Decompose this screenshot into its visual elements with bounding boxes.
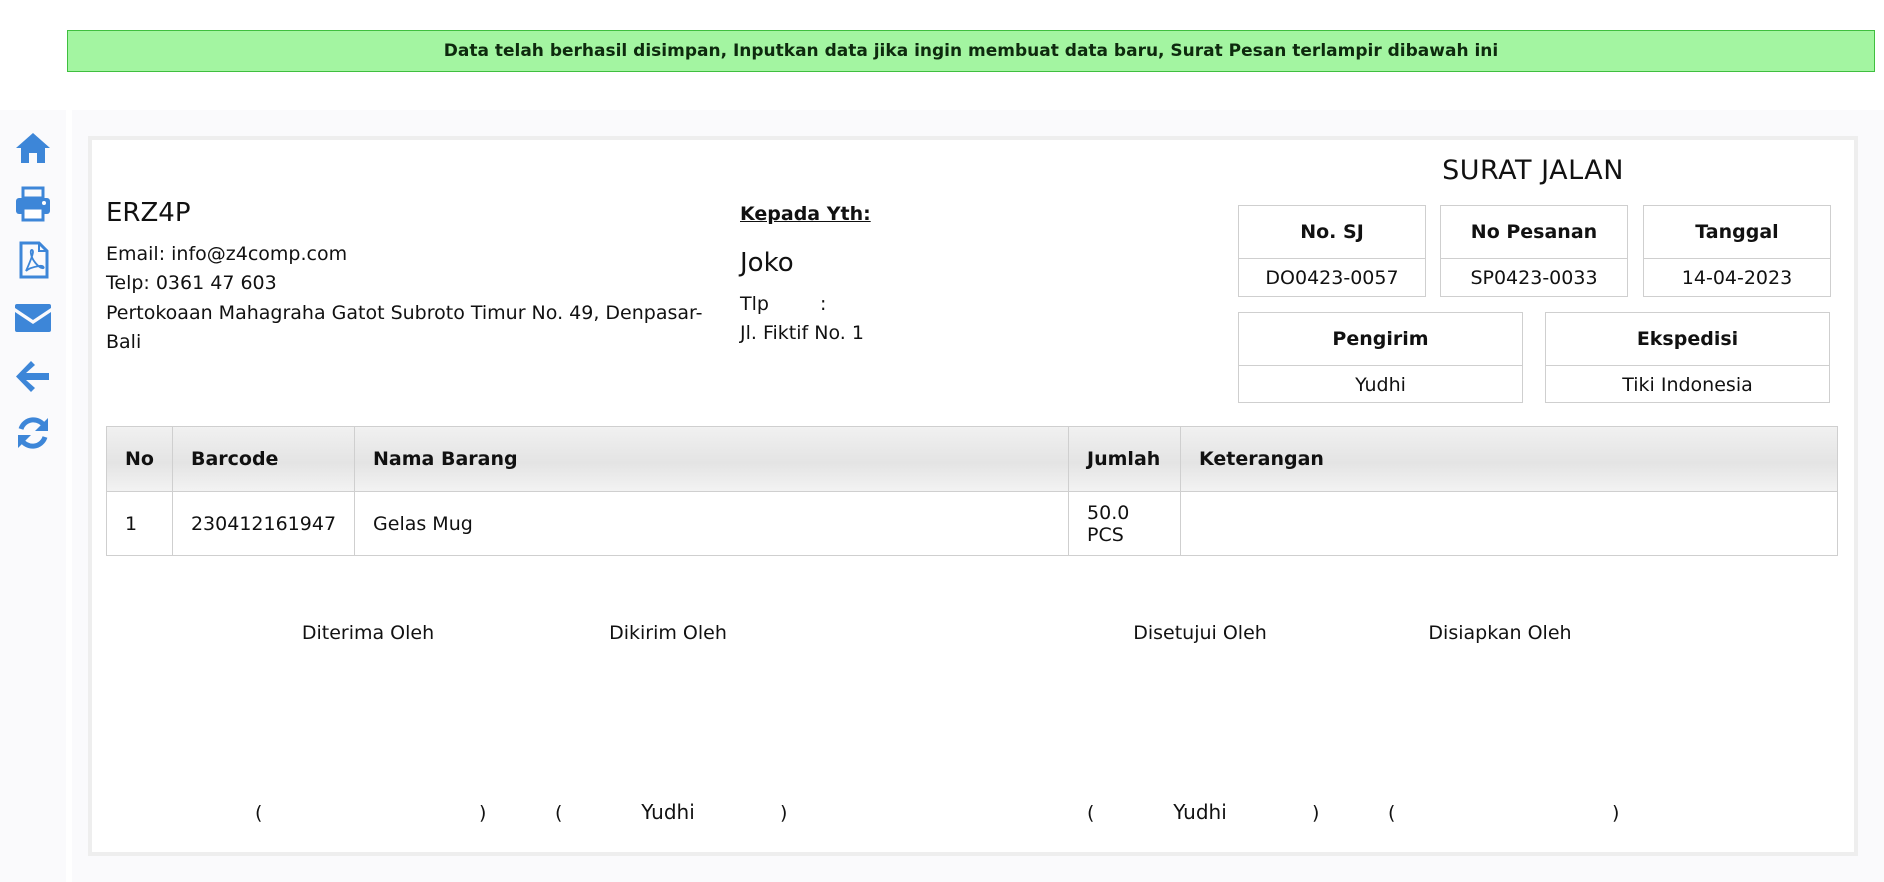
- no-sj-box: No. SJ DO0423-0057: [1238, 205, 1426, 297]
- recipient-name: Joko: [740, 248, 794, 278]
- success-alert: Data telah berhasil disimpan, Inputkan d…: [67, 30, 1875, 72]
- company-name: ERZ4P: [106, 198, 191, 228]
- recipient-label: Kepada Yth:: [740, 203, 871, 225]
- cell-jumlah: 50.0 PCS: [1068, 491, 1182, 556]
- print-icon[interactable]: [13, 184, 53, 224]
- success-alert-message: Data telah berhasil disimpan, Inputkan d…: [443, 41, 1499, 61]
- signature-paren-close: ): [780, 802, 788, 824]
- signature-paren-close: ): [1612, 802, 1620, 824]
- recipient-address: Jl. Fiktif No. 1: [740, 322, 864, 344]
- signature-paren-close: ): [1312, 802, 1320, 824]
- signature-name-disetujui: Yudhi: [1173, 800, 1227, 824]
- column-header-jumlah: Jumlah: [1068, 426, 1182, 492]
- company-phone: Telp: 0361 47 603: [106, 272, 277, 294]
- table-row: 1 230412161947 Gelas Mug 50.0 PCS: [106, 491, 1838, 556]
- signature-title-diterima: Diterima Oleh: [301, 622, 435, 644]
- no-pesanan-label: No Pesanan: [1441, 206, 1627, 259]
- pengirim-label: Pengirim: [1239, 313, 1522, 366]
- signature-name-dikirim: Yudhi: [641, 800, 695, 824]
- signature-title-dikirim: Dikirim Oleh: [609, 622, 727, 644]
- pengirim-box: Pengirim Yudhi: [1238, 312, 1523, 403]
- back-arrow-icon[interactable]: [13, 356, 53, 396]
- ekspedisi-label: Ekspedisi: [1546, 313, 1829, 366]
- column-header-nama-barang: Nama Barang: [354, 426, 1070, 492]
- items-table: No Barcode Nama Barang Jumlah Keterangan…: [106, 426, 1838, 556]
- column-header-keterangan: Keterangan: [1180, 426, 1838, 492]
- ekspedisi-value: Tiki Indonesia: [1622, 374, 1753, 396]
- tanggal-box: Tanggal 14-04-2023: [1643, 205, 1831, 297]
- home-icon[interactable]: [13, 128, 53, 168]
- signature-title-disiapkan: Disiapkan Oleh: [1428, 622, 1572, 644]
- column-header-barcode: Barcode: [171, 426, 356, 492]
- email-icon[interactable]: [13, 298, 53, 338]
- company-email: Email: info@z4comp.com: [106, 243, 348, 265]
- sidebar: [0, 110, 66, 882]
- column-header-no: No: [106, 426, 173, 492]
- no-pesanan-box: No Pesanan SP0423-0033: [1440, 205, 1628, 297]
- recipient-phone-label: Tlp: [740, 293, 769, 315]
- company-address-line2: Bali: [106, 331, 142, 353]
- company-address-line1: Pertokoaan Mahagraha Gatot Subroto Timur…: [106, 302, 703, 324]
- refresh-icon[interactable]: [13, 413, 53, 453]
- cell-keterangan: [1180, 491, 1838, 556]
- ekspedisi-box: Ekspedisi Tiki Indonesia: [1545, 312, 1830, 403]
- signature-paren-close: ): [479, 802, 487, 824]
- signature-paren-open: (: [1388, 802, 1396, 824]
- no-pesanan-value: SP0423-0033: [1470, 267, 1598, 289]
- cell-nama-barang: Gelas Mug: [354, 491, 1070, 556]
- signature-paren-open: (: [555, 802, 563, 824]
- pdf-icon[interactable]: [13, 240, 53, 280]
- recipient-phone-separator: :: [820, 293, 827, 315]
- pengirim-value: Yudhi: [1355, 374, 1406, 396]
- cell-no: 1: [106, 491, 173, 556]
- cell-barcode: 230412161947: [171, 491, 356, 556]
- no-sj-value: DO0423-0057: [1265, 267, 1399, 289]
- signature-paren-open: (: [255, 802, 263, 824]
- tanggal-value: 14-04-2023: [1681, 267, 1793, 289]
- table-header-row: No Barcode Nama Barang Jumlah Keterangan: [106, 426, 1838, 492]
- tanggal-label: Tanggal: [1644, 206, 1830, 259]
- document-title: SURAT JALAN: [1442, 155, 1624, 186]
- no-sj-label: No. SJ: [1239, 206, 1425, 259]
- signature-paren-open: (: [1087, 802, 1095, 824]
- signature-title-disetujui: Disetujui Oleh: [1133, 622, 1267, 644]
